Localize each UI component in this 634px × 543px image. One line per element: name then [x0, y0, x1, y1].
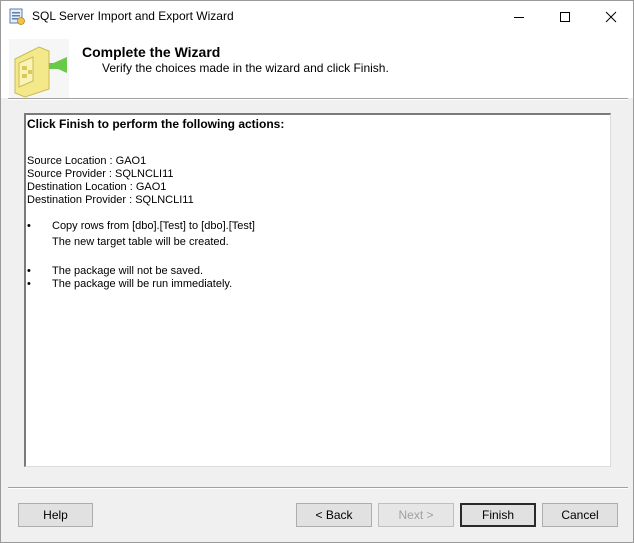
source-provider: Source Provider : SQLNCLI11 [27, 168, 174, 180]
page-subtitle: Verify the choices made in the wizard an… [102, 61, 389, 75]
copy-rows-action: Copy rows from [dbo].[Test] to [dbo].[Te… [52, 220, 255, 232]
wizard-header-graphic [9, 39, 69, 98]
resize-grip[interactable] [31, 538, 35, 542]
back-button-label: < Back [315, 508, 353, 522]
summary-box[interactable]: Click Finish to perform the following ac… [24, 113, 611, 467]
close-icon [605, 11, 617, 22]
bullet-icon: • [27, 278, 31, 290]
package-run-immediately: The package will be run immediately. [52, 278, 233, 290]
wizard-app-icon [9, 8, 25, 25]
summary-heading: Click Finish to perform the following ac… [27, 117, 285, 131]
bullet-icon: • [27, 220, 31, 232]
page-title: Complete the Wizard [82, 44, 221, 60]
bullet-icon: • [27, 265, 31, 277]
finish-button-label: Finish [481, 508, 514, 522]
help-button[interactable]: Help [18, 503, 93, 527]
window-title: SQL Server Import and Export Wizard [32, 9, 234, 23]
cancel-button-label: Cancel [561, 508, 599, 522]
footer-divider-highlight [8, 488, 628, 489]
destination-provider: Destination Provider : SQLNCLI11 [27, 194, 194, 206]
maximize-icon [560, 11, 570, 22]
wizard-header: Complete the Wizard Verify the choices m… [1, 32, 633, 98]
next-button-label: Next > [398, 508, 434, 522]
finish-button[interactable]: Finish [460, 503, 536, 527]
maximize-button[interactable] [542, 1, 588, 32]
back-button[interactable]: < Back [296, 503, 372, 527]
copy-rows-subtext: The new target table will be created. [52, 236, 229, 248]
wizard-window: SQL Server Import and Export Wizard Comp… [0, 0, 634, 543]
header-divider-highlight [8, 99, 628, 100]
title-bar[interactable]: SQL Server Import and Export Wizard [1, 1, 633, 32]
minimize-button[interactable] [496, 1, 542, 32]
package-not-saved: The package will not be saved. [52, 265, 204, 277]
next-button[interactable]: Next > [378, 503, 454, 527]
help-button-label: Help [43, 508, 68, 522]
source-location: Source Location : GAO1 [27, 155, 147, 167]
cancel-button[interactable]: Cancel [542, 503, 618, 527]
close-button[interactable] [588, 1, 634, 32]
minimize-icon [514, 16, 524, 18]
destination-location: Destination Location : GAO1 [27, 181, 167, 193]
